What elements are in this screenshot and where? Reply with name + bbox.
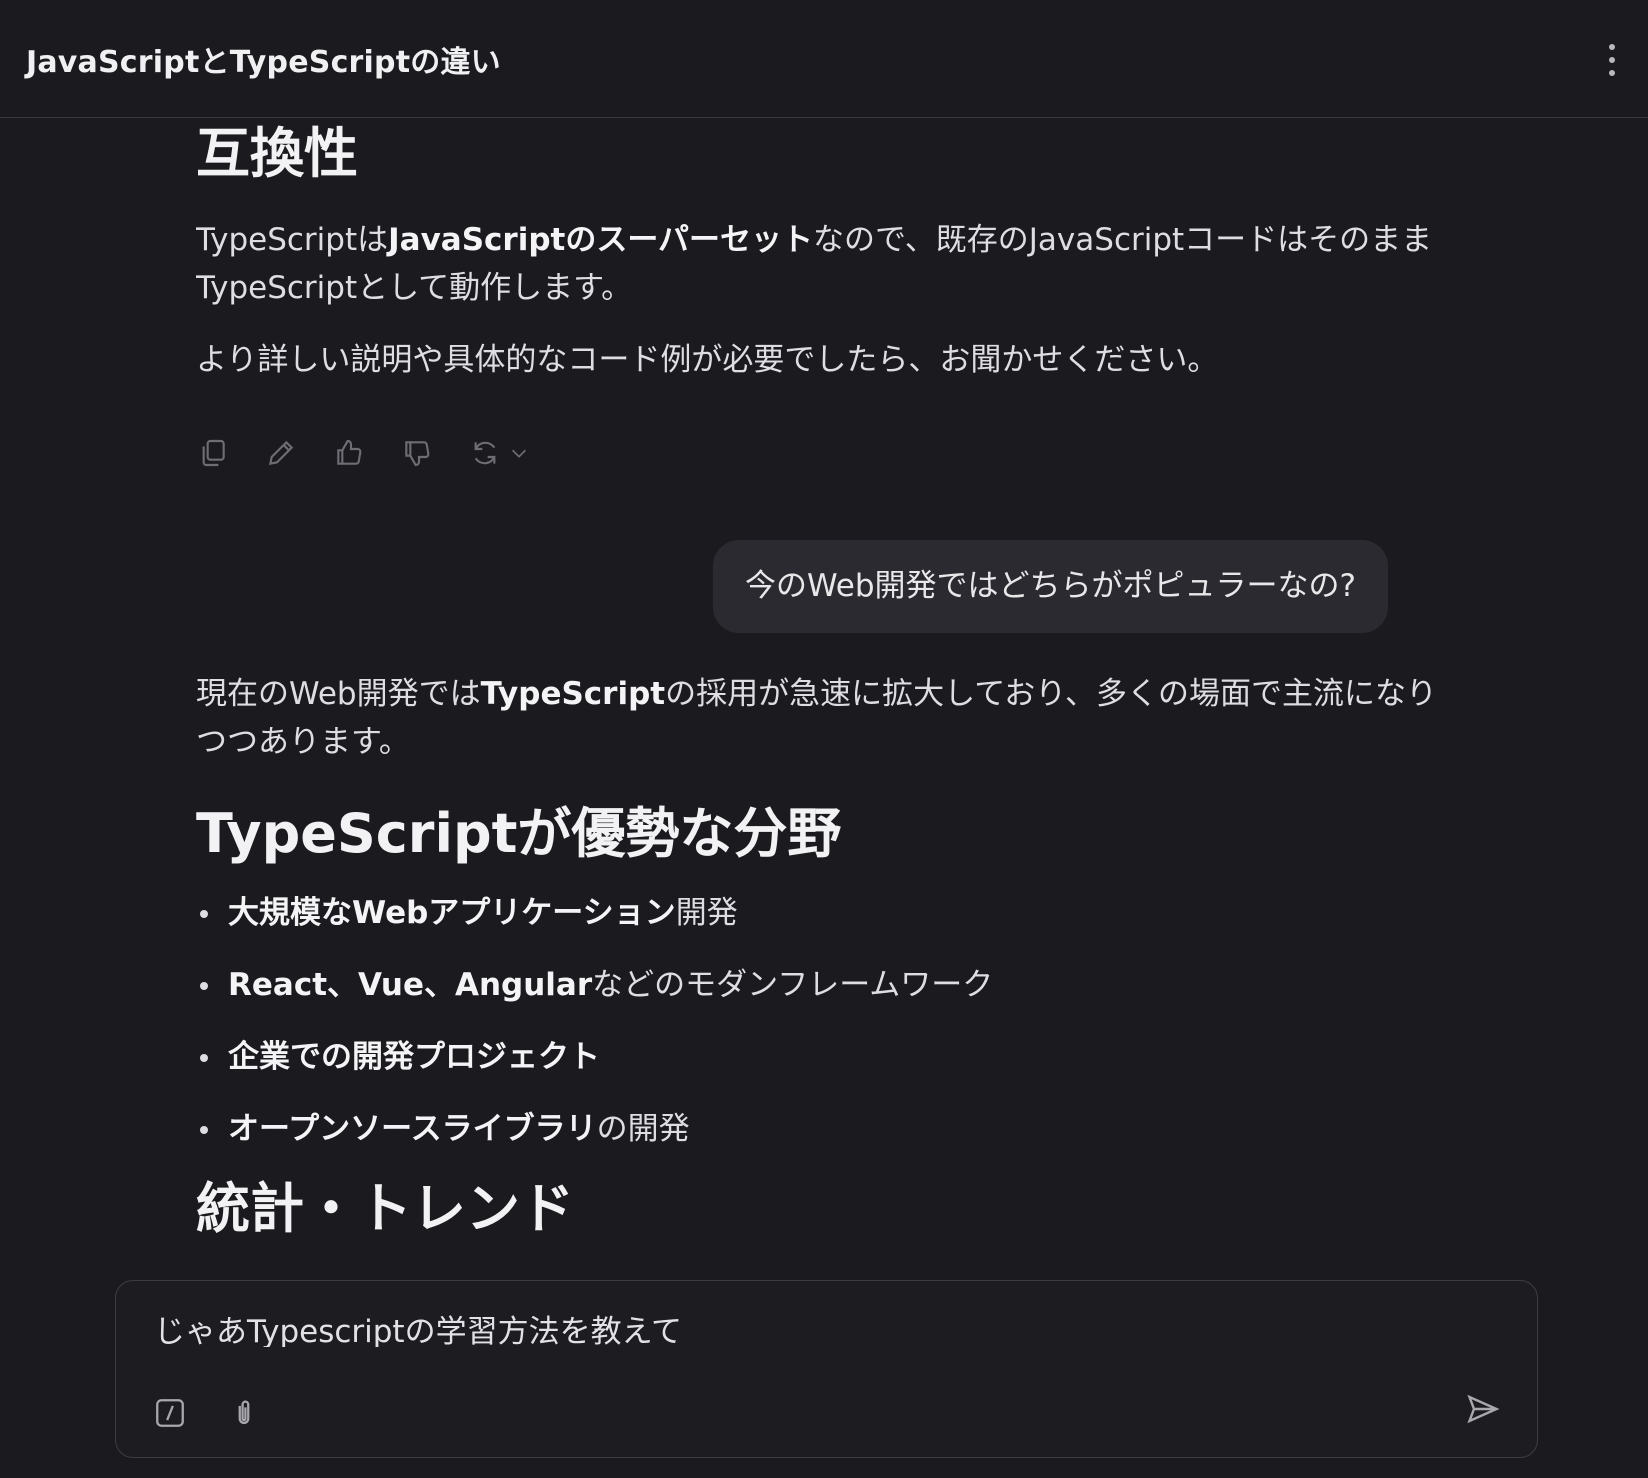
paragraph-text: 現在のWeb開発では <box>196 676 481 712</box>
list-item-text: などのモダンフレームワーク <box>592 966 994 1003</box>
list-item-bold: 大規模なWebアプリケーション <box>228 894 676 931</box>
user-message-bubble: 今のWeb開発ではどちらがポピュラーなの? <box>712 540 1388 634</box>
message-input[interactable] <box>152 1309 1456 1347</box>
paragraph-text: なので、既存のJavaScriptコードはそのまま <box>813 222 1433 258</box>
thumbs-down-icon[interactable] <box>400 436 434 470</box>
send-icon[interactable] <box>1463 1389 1503 1429</box>
kebab-dot <box>1609 70 1615 76</box>
chevron-down-icon <box>508 442 530 464</box>
list-item-bold: 企業での開発プロジェクト <box>228 1038 600 1075</box>
conversation[interactable]: 互換性 TypeScriptはJavaScriptのスーパーセットなので、既存の… <box>196 118 1456 1278</box>
list-item-bold: React、Vue、Angular <box>228 966 593 1003</box>
kebab-dot <box>1609 44 1615 50</box>
copy-icon[interactable] <box>196 436 230 470</box>
message-composer <box>115 1280 1538 1458</box>
section-heading-typescript-areas: TypeScriptが優勢な分野 <box>196 802 842 865</box>
list-item: 企業での開発プロジェクト <box>196 1033 1456 1081</box>
list-item-text: の開発 <box>596 1110 690 1147</box>
more-vertical-icon[interactable] <box>1604 44 1620 76</box>
list-item: 大規模なWebアプリケーション開発 <box>196 889 1456 937</box>
paragraph-text: つつあります。 <box>196 724 410 760</box>
list-item: オープンソースライブラリの開発 <box>196 1105 1456 1153</box>
regenerate-button[interactable] <box>468 436 530 470</box>
paragraph-bold: JavaScriptのスーパーセット <box>388 222 814 258</box>
intro-paragraph: 現在のWeb開発ではTypeScriptの採用が急速に拡大しており、多くの場面で… <box>196 670 1456 766</box>
chat-header: JavaScriptとTypeScriptの違い <box>0 0 1648 118</box>
message-actions <box>196 436 530 470</box>
paragraph-text: の採用が急速に拡大しており、多くの場面で主流になり <box>665 676 1438 712</box>
section-heading-compatibility: 互換性 <box>196 122 358 185</box>
bullet-list: 大規模なWebアプリケーション開発 React、Vue、Angularなどのモダ… <box>196 889 1456 1153</box>
pencil-icon[interactable] <box>264 436 298 470</box>
list-item-text: 開発 <box>675 894 738 931</box>
section-heading-stats-trends: 統計・トレンド <box>196 1176 574 1240</box>
chat-app: JavaScriptとTypeScriptの違い 互換性 TypeScriptは… <box>0 0 1648 1478</box>
paperclip-icon[interactable] <box>226 1395 262 1431</box>
list-item: React、Vue、Angularなどのモダンフレームワーク <box>196 961 1456 1009</box>
slash-command-icon[interactable] <box>152 1395 188 1431</box>
compatibility-paragraph: TypeScriptはJavaScriptのスーパーセットなので、既存のJava… <box>196 216 1436 312</box>
refresh-icon <box>468 436 502 470</box>
paragraph-bold: TypeScript <box>480 676 666 712</box>
paragraph-text: TypeScriptは <box>196 222 389 258</box>
paragraph-text: TypeScriptとして動作します。 <box>196 270 633 306</box>
thumbs-up-icon[interactable] <box>332 436 366 470</box>
chat-title: JavaScriptとTypeScriptの違い <box>26 44 501 80</box>
assistant-message: 現在のWeb開発ではTypeScriptの採用が急速に拡大しており、多くの場面で… <box>196 670 1456 1242</box>
composer-tools <box>152 1395 262 1431</box>
followup-paragraph: より詳しい説明や具体的なコード例が必要でしたら、お聞かせください。 <box>196 342 1219 378</box>
list-item-bold: オープンソースライブラリ <box>228 1110 597 1147</box>
kebab-dot <box>1609 57 1615 63</box>
